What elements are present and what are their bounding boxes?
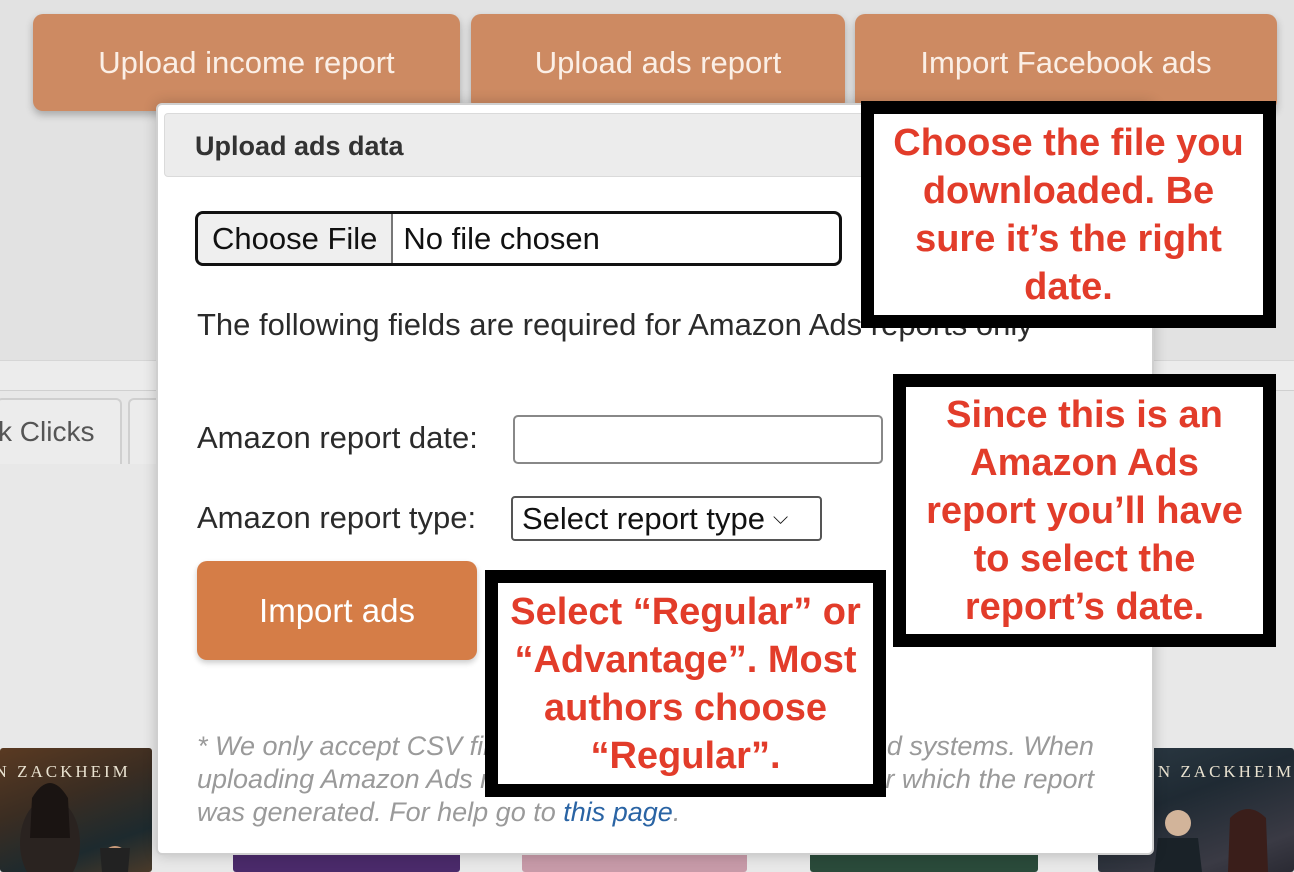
book-cover-2[interactable] [233,852,460,872]
report-date-input[interactable] [513,415,883,464]
file-chooser[interactable]: Choose File No file chosen [195,211,842,266]
report-type-selected: Select report type [522,500,765,536]
book-cover-3[interactable] [522,852,747,872]
tab-clicks-label: k Clicks [0,416,95,447]
footnote-end: . [672,797,681,827]
upload-income-report-button[interactable]: Upload income report [33,14,460,111]
file-status: No file chosen [403,220,600,256]
help-page-link[interactable]: this page [563,797,673,827]
callout-report-date: Since this is an Amazon Ads report you’l… [893,374,1276,647]
book-cover-4[interactable] [810,852,1038,872]
tab-clicks[interactable]: k Clicks [0,398,122,464]
chevron-down-icon: ⌵ [772,507,789,529]
import-ads-button[interactable]: Import ads [197,561,477,660]
choose-file-button[interactable]: Choose File [198,214,394,263]
report-type-label: Amazon report type: [197,500,477,535]
report-type-select[interactable]: Select report type ⌵ [511,496,822,541]
callout-choose-file: Choose the file you downloaded. Be sure … [861,101,1276,328]
upload-ads-report-button[interactable]: Upload ads report [471,14,845,111]
callout-report-type: Select “Regular” or “Advantage”. Most au… [485,570,886,797]
book-cover-1-art [20,783,130,872]
book-cover-1[interactable]: EN ZACKHEIM [0,748,152,872]
report-date-label: Amazon report date: [197,420,478,455]
import-facebook-ads-button[interactable]: Import Facebook ads [855,14,1277,111]
modal-title: Upload ads data [195,131,404,161]
